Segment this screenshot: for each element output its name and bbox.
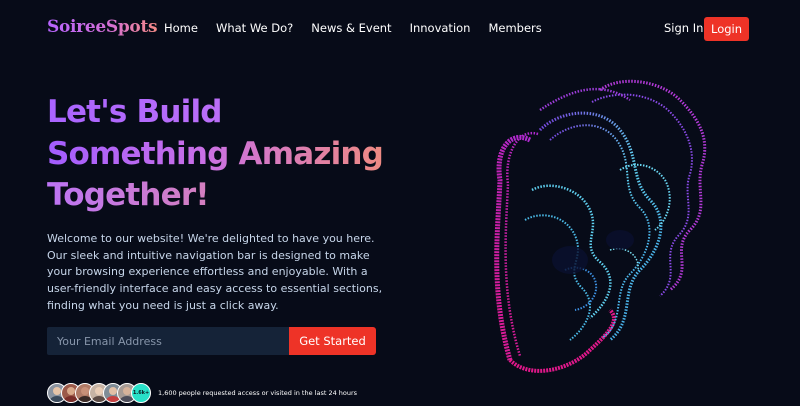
sign-in-link[interactable]: Sign In	[664, 21, 703, 35]
nav-menu: Home What We Do? News & Event Innovation…	[164, 21, 542, 35]
logo[interactable]: SoireeSpots	[47, 17, 158, 37]
login-button[interactable]: Login	[704, 17, 749, 41]
nav-link-what-we-do[interactable]: What We Do?	[216, 21, 293, 35]
hero-title-line-3: Together!	[47, 175, 383, 217]
email-input[interactable]	[47, 327, 289, 355]
hero-title-line-1: Let's Build	[47, 92, 383, 134]
navbar: SoireeSpots Home What We Do? News & Even…	[0, 0, 800, 58]
hero-title-line-2: Something Amazing	[47, 134, 384, 176]
nav-link-news-event[interactable]: News & Event	[311, 21, 391, 35]
nav-link-innovation[interactable]: Innovation	[410, 21, 471, 35]
social-proof-text: 1,600 people requested access or visited…	[158, 389, 358, 397]
more-avatars-badge: 1.6k+	[131, 383, 151, 403]
hero-description: Welcome to our website! We're delighted …	[47, 232, 383, 312]
hero-title: Let's Build Something Amazing Together!	[47, 92, 384, 217]
get-started-button[interactable]: Get Started	[289, 327, 376, 355]
nav-link-members[interactable]: Members	[488, 21, 541, 35]
wireframe-face-illustration	[494, 79, 707, 373]
nav-link-home[interactable]: Home	[164, 21, 198, 35]
